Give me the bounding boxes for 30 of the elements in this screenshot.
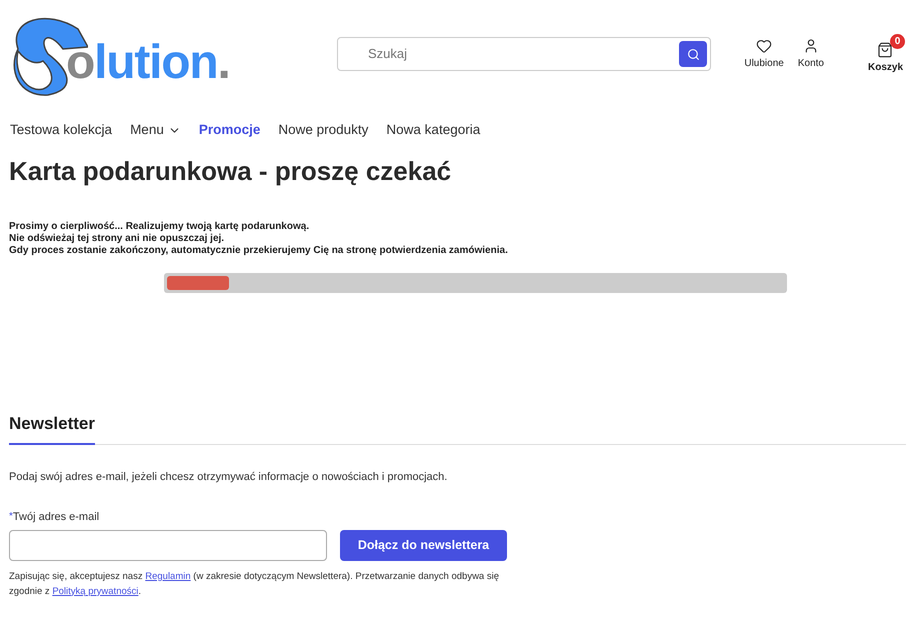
email-field[interactable] — [9, 530, 327, 561]
search-field[interactable]: Szukaj — [368, 44, 679, 64]
info-message: Nie odświeżaj tej strony ani nie opuszczaj jej. — [9, 233, 226, 246]
search-icon — [686, 48, 700, 60]
page-title: Karta podarunkowa - proszę czekać — [8, 155, 452, 188]
email-label: Twój adres e-mail — [12, 510, 100, 526]
cart-count-badge: 0 — [890, 34, 905, 48]
required-mark: * — [9, 510, 13, 524]
heart-icon — [756, 38, 772, 54]
nav-link[interactable]: Nowa kategoria — [386, 120, 480, 140]
logo-text: olution. — [66, 39, 230, 87]
header-link[interactable]: Ulubione — [744, 38, 784, 70]
info-message: Prosimy o cierpliwość... Realizujemy twoją kartę podarunkową. — [9, 221, 310, 234]
header-link[interactable]: Koszyk 0 — [868, 34, 905, 74]
logo[interactable]: olution. — [8, 9, 308, 99]
info-message: Gdy proces zostanie zakończony, automatycznie przekierujemy Cię na stronę potwierdzenia zamówienia. — [9, 245, 509, 258]
nav-link[interactable]: Promocje — [198, 120, 260, 140]
nav-link[interactable]: Nowe produkty — [278, 120, 368, 140]
header-link[interactable]: Konto — [798, 38, 824, 70]
nav-link[interactable]: Menu — [130, 120, 181, 140]
newsletter-heading: Newsletter — [9, 411, 95, 445]
terms-link[interactable]: Regulamin — [145, 570, 191, 582]
consent-text: Zapisując się, akceptujesz nasz Regulamin (w zakresie dotyczącym Newslettera). Przetwarzanie danych odbywa się zgodnie z Polityką prywatności. — [9, 570, 500, 599]
newsletter-button[interactable]: Dołącz do newslettera — [340, 530, 507, 561]
privacy-link[interactable]: Polityką prywatności — [52, 586, 138, 597]
search-button[interactable] — [679, 41, 707, 67]
nav-link[interactable]: Testowa kolekcja — [10, 120, 112, 140]
newsletter-intro: Podaj swój adres e-mail, jeżeli chcesz otrzymywać informacje o nowościach i promocjach. — [9, 470, 448, 485]
search-bar[interactable]: Szukaj — [337, 37, 711, 71]
cart-icon — [877, 42, 894, 58]
